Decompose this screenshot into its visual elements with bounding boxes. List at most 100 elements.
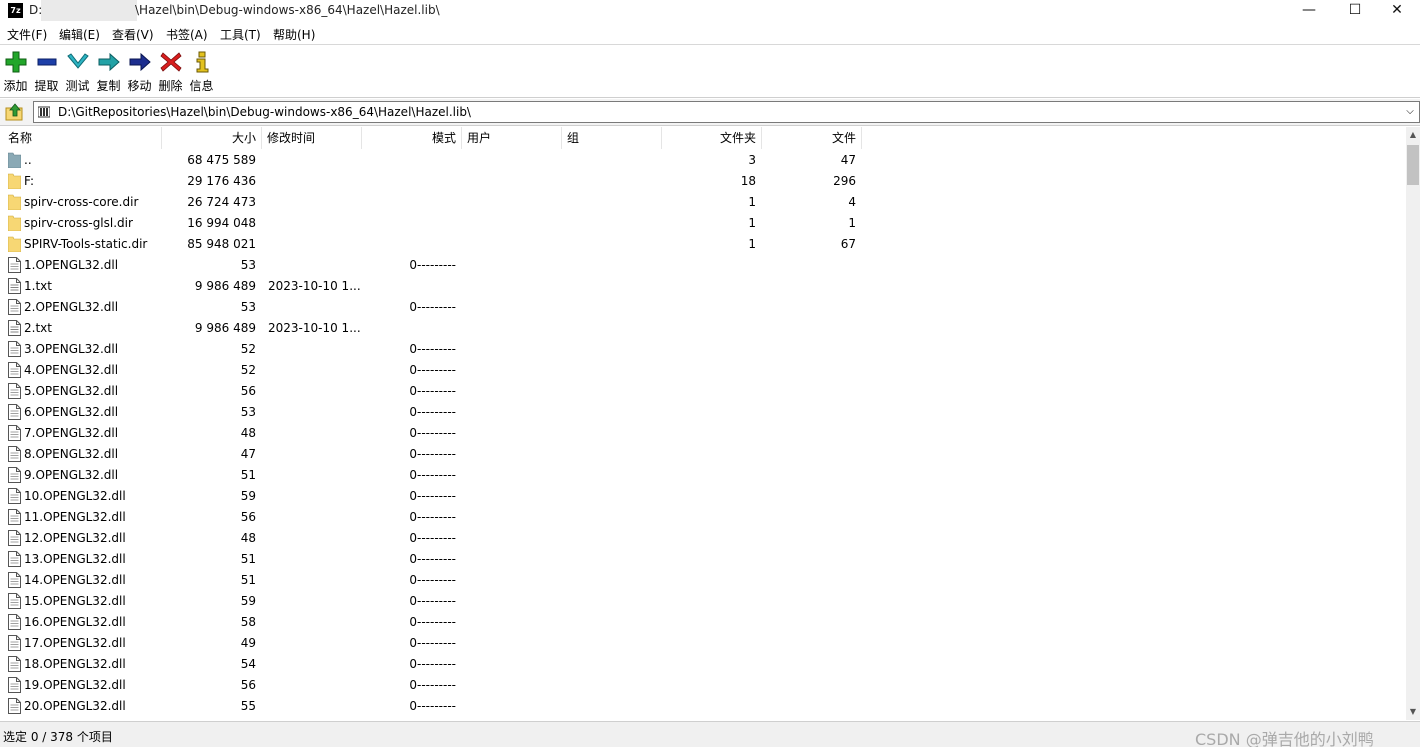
- cell-name: 2.txt: [24, 321, 52, 335]
- menu-bookmarks[interactable]: 书签(A): [166, 26, 208, 43]
- table-row[interactable]: F: 29 176 436 18 296: [0, 171, 1406, 192]
- info-button[interactable]: 信息: [186, 48, 217, 94]
- menu-tools[interactable]: 工具(T): [220, 26, 261, 43]
- delete-x-icon: [159, 52, 182, 72]
- table-row[interactable]: 3.OPENGL32.dll 52 0---------: [0, 339, 1406, 360]
- copy-label: 复制: [96, 79, 121, 93]
- parent-folder-icon: [8, 152, 21, 168]
- menu-view[interactable]: 查看(V): [112, 26, 154, 43]
- cell-size: 51: [240, 573, 256, 587]
- scroll-up-icon[interactable]: ▲: [1406, 127, 1420, 143]
- cell-size: 54: [240, 657, 256, 671]
- cell-modified: [268, 486, 360, 507]
- table-row[interactable]: 12.OPENGL32.dll 48 0---------: [0, 528, 1406, 549]
- maximize-button[interactable]: ☐: [1332, 0, 1378, 22]
- cell-mode: 0---------: [409, 615, 456, 629]
- copy-button[interactable]: 复制: [93, 48, 124, 94]
- dll-file-icon: [8, 425, 21, 441]
- cell-mode: 0---------: [409, 405, 456, 419]
- cell-mode: 0---------: [409, 342, 456, 356]
- cell-files: [762, 591, 856, 612]
- cell-folders: [662, 486, 756, 507]
- table-row[interactable]: SPIRV-Tools-static.dir 85 948 021 1 67: [0, 234, 1406, 255]
- column-files[interactable]: 文件: [762, 127, 862, 149]
- add-button[interactable]: 添加: [0, 48, 31, 94]
- menu-edit[interactable]: 编辑(E): [59, 26, 100, 43]
- table-row[interactable]: 8.OPENGL32.dll 47 0---------: [0, 444, 1406, 465]
- table-row[interactable]: 4.OPENGL32.dll 52 0---------: [0, 360, 1406, 381]
- cell-mode: 0---------: [409, 573, 456, 587]
- cell-files: [762, 339, 856, 360]
- cell-folders: [662, 654, 756, 675]
- column-size[interactable]: 大小: [162, 127, 262, 149]
- table-row[interactable]: 2.txt 9 986 489 2023-10-10 1...: [0, 318, 1406, 339]
- table-row[interactable]: 11.OPENGL32.dll 56 0---------: [0, 507, 1406, 528]
- up-folder-icon[interactable]: [5, 103, 25, 121]
- cell-mode: [362, 171, 456, 192]
- selection-status: 选定 0 / 378 个项目: [3, 730, 113, 744]
- vertical-scrollbar[interactable]: ▲ ▼: [1406, 127, 1420, 720]
- table-row[interactable]: 9.OPENGL32.dll 51 0---------: [0, 465, 1406, 486]
- close-button[interactable]: ✕: [1374, 0, 1420, 22]
- dll-file-icon: [8, 446, 21, 462]
- move-button[interactable]: 移动: [124, 48, 155, 94]
- table-row[interactable]: 17.OPENGL32.dll 49 0---------: [0, 633, 1406, 654]
- scroll-thumb[interactable]: [1407, 145, 1419, 185]
- table-row[interactable]: 10.OPENGL32.dll 59 0---------: [0, 486, 1406, 507]
- chevron-down-icon[interactable]: ⌵: [1403, 104, 1417, 120]
- menu-bar: 文件(F) 编辑(E) 查看(V) 书签(A) 工具(T) 帮助(H): [0, 23, 1420, 45]
- scroll-down-icon[interactable]: ▼: [1406, 704, 1420, 720]
- cell-size: 51: [240, 468, 256, 482]
- menu-help[interactable]: 帮助(H): [273, 26, 315, 43]
- table-row[interactable]: spirv-cross-core.dir 26 724 473 1 4: [0, 192, 1406, 213]
- table-row[interactable]: 7.OPENGL32.dll 48 0---------: [0, 423, 1406, 444]
- table-row[interactable]: 5.OPENGL32.dll 56 0---------: [0, 381, 1406, 402]
- table-row[interactable]: 20.OPENGL32.dll 55 0---------: [0, 696, 1406, 717]
- cell-name: 3.OPENGL32.dll: [24, 342, 119, 356]
- cell-name: 16.OPENGL32.dll: [24, 615, 126, 629]
- column-modified[interactable]: 修改时间: [262, 127, 362, 149]
- minimize-button[interactable]: —: [1286, 0, 1332, 22]
- cell-size: 49: [240, 636, 256, 650]
- cell-modified: [268, 297, 360, 318]
- table-row[interactable]: 15.OPENGL32.dll 59 0---------: [0, 591, 1406, 612]
- delete-button[interactable]: 删除: [155, 48, 186, 94]
- table-row[interactable]: 13.OPENGL32.dll 51 0---------: [0, 549, 1406, 570]
- table-row[interactable]: spirv-cross-glsl.dir 16 994 048 1 1: [0, 213, 1406, 234]
- column-user[interactable]: 用户: [462, 127, 562, 149]
- extract-button[interactable]: 提取: [31, 48, 62, 94]
- table-row[interactable]: 14.OPENGL32.dll 51 0---------: [0, 570, 1406, 591]
- column-folders[interactable]: 文件夹: [662, 127, 762, 149]
- cell-mode: 0---------: [409, 678, 456, 692]
- cell-mode: 0---------: [409, 699, 456, 713]
- address-input[interactable]: D:\GitRepositories\Hazel\bin\Debug-windo…: [33, 101, 1420, 123]
- cell-modified: 2023-10-10 1...: [268, 321, 360, 335]
- test-button[interactable]: 测试: [62, 48, 93, 94]
- table-row[interactable]: 16.OPENGL32.dll 58 0---------: [0, 612, 1406, 633]
- cell-files: 67: [840, 237, 856, 251]
- cell-files: [762, 402, 856, 423]
- cell-folders: [662, 297, 756, 318]
- menu-file[interactable]: 文件(F): [7, 26, 47, 43]
- table-row[interactable]: 18.OPENGL32.dll 54 0---------: [0, 654, 1406, 675]
- dll-file-icon: [8, 257, 21, 273]
- table-row[interactable]: 6.OPENGL32.dll 53 0---------: [0, 402, 1406, 423]
- cell-files: [762, 423, 856, 444]
- column-mode[interactable]: 模式: [362, 127, 462, 149]
- table-row[interactable]: 1.txt 9 986 489 2023-10-10 1...: [0, 276, 1406, 297]
- cell-files: [762, 255, 856, 276]
- cell-files: [762, 528, 856, 549]
- dll-file-icon: [8, 656, 21, 672]
- table-row[interactable]: 19.OPENGL32.dll 56 0---------: [0, 675, 1406, 696]
- table-row[interactable]: 2.OPENGL32.dll 53 0---------: [0, 297, 1406, 318]
- dll-file-icon: [8, 593, 21, 609]
- cell-folders: [662, 612, 756, 633]
- cell-folders: [662, 591, 756, 612]
- column-group[interactable]: 组: [562, 127, 662, 149]
- column-name[interactable]: 名称: [0, 127, 162, 149]
- table-row[interactable]: 1.OPENGL32.dll 53 0---------: [0, 255, 1406, 276]
- cell-name: 5.OPENGL32.dll: [24, 384, 119, 398]
- cell-modified: [268, 213, 360, 234]
- table-row[interactable]: .. 68 475 589 3 47: [0, 150, 1406, 171]
- cell-name: 20.OPENGL32.dll: [24, 699, 126, 713]
